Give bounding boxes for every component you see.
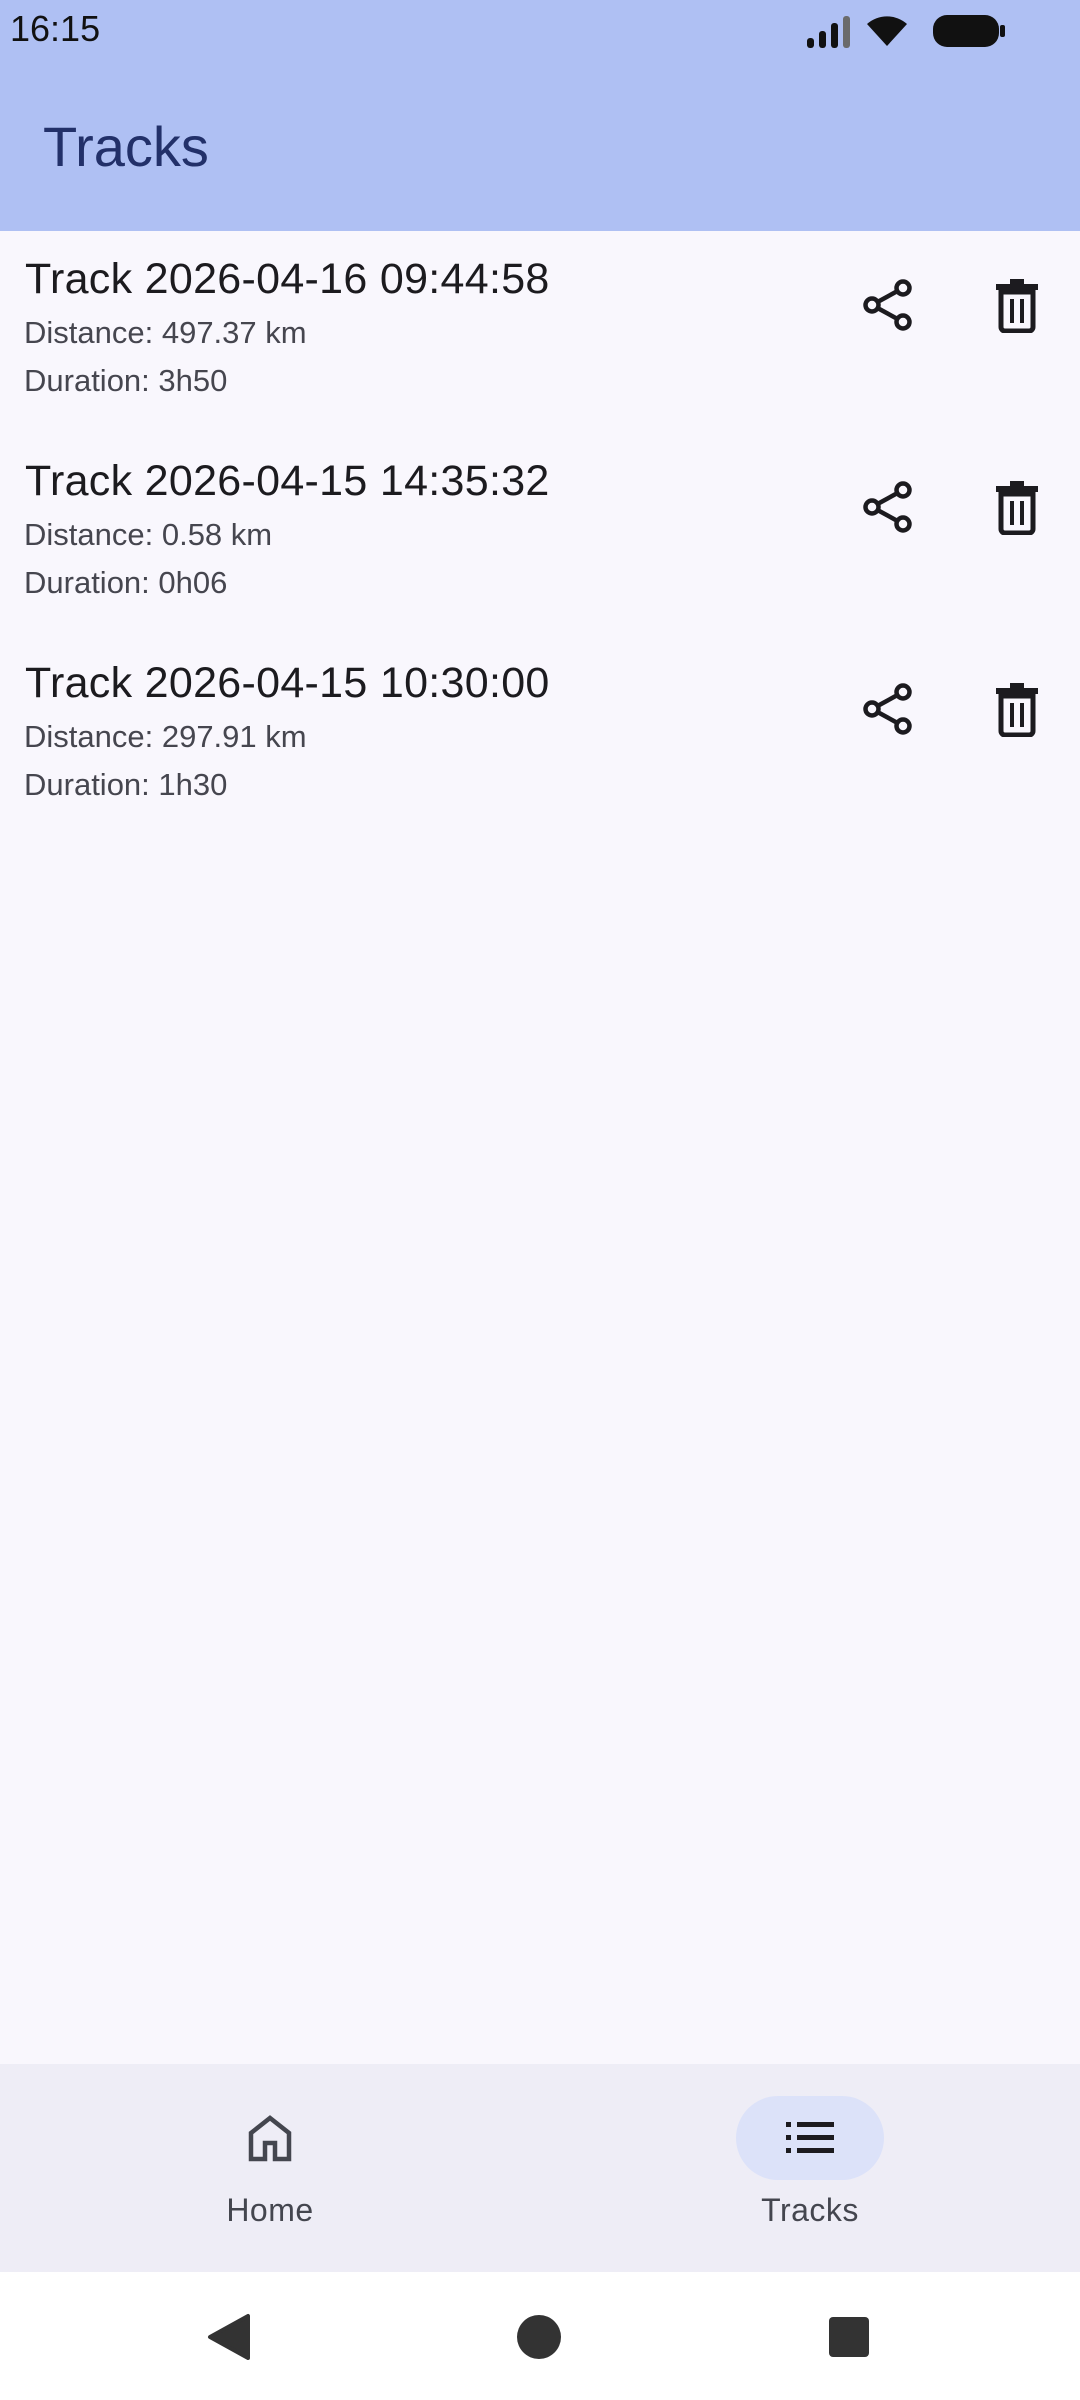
delete-icon [996,481,1038,535]
share-icon [863,481,912,533]
track-title: Track 2026-04-15 10:30:00 [25,659,550,707]
delete-icon [996,279,1038,333]
share-button[interactable] [840,257,936,353]
track-distance: Distance: 497.37 km [24,315,307,350]
status-bar: 16:15 [0,0,1080,62]
track-distance: Distance: 297.91 km [24,719,307,754]
nav-indicator [196,2096,344,2180]
status-time: 16:15 [10,8,101,49]
top-app-bar: Tracks [0,62,1080,231]
nav-item-tracks[interactable]: Tracks [540,2064,1080,2272]
share-button[interactable] [840,661,936,757]
nav-indicator [736,2096,884,2180]
nav-label-home: Home [226,2192,314,2228]
delete-button[interactable] [969,661,1065,757]
share-button[interactable] [840,459,936,555]
track-title: Track 2026-04-15 14:35:32 [25,457,550,505]
back-icon[interactable] [204,2312,254,2362]
track-title: Track 2026-04-16 09:44:58 [25,255,550,303]
nav-item-home[interactable]: Home [0,2064,540,2272]
signal-icon [807,16,850,48]
delete-icon [996,683,1038,737]
delete-button[interactable] [969,257,1065,353]
list-icon [786,2122,834,2153]
share-icon [863,683,912,735]
wifi-icon [867,16,907,46]
track-duration: Duration: 0h06 [24,565,228,600]
list-item[interactable]: Track 2026-04-15 14:35:32 Distance: 0.58… [0,433,1080,635]
delete-button[interactable] [969,459,1065,555]
recents-icon[interactable] [827,2315,871,2359]
track-duration: Duration: 1h30 [24,767,228,802]
system-navigation-bar [0,2272,1080,2400]
track-duration: Duration: 3h50 [24,363,228,398]
battery-icon [933,15,1005,47]
share-icon [863,279,912,331]
bottom-navigation: Home Tracks [0,2064,1080,2272]
page-title: Tracks [43,115,209,178]
nav-label-tracks: Tracks [761,2192,859,2228]
track-list: Track 2026-04-16 09:44:58 Distance: 497.… [0,231,1080,837]
home-icon [248,2115,292,2162]
list-item[interactable]: Track 2026-04-15 10:30:00 Distance: 297.… [0,635,1080,837]
home-circle-icon[interactable] [515,2313,563,2361]
list-item[interactable]: Track 2026-04-16 09:44:58 Distance: 497.… [0,231,1080,433]
track-distance: Distance: 0.58 km [24,517,273,552]
